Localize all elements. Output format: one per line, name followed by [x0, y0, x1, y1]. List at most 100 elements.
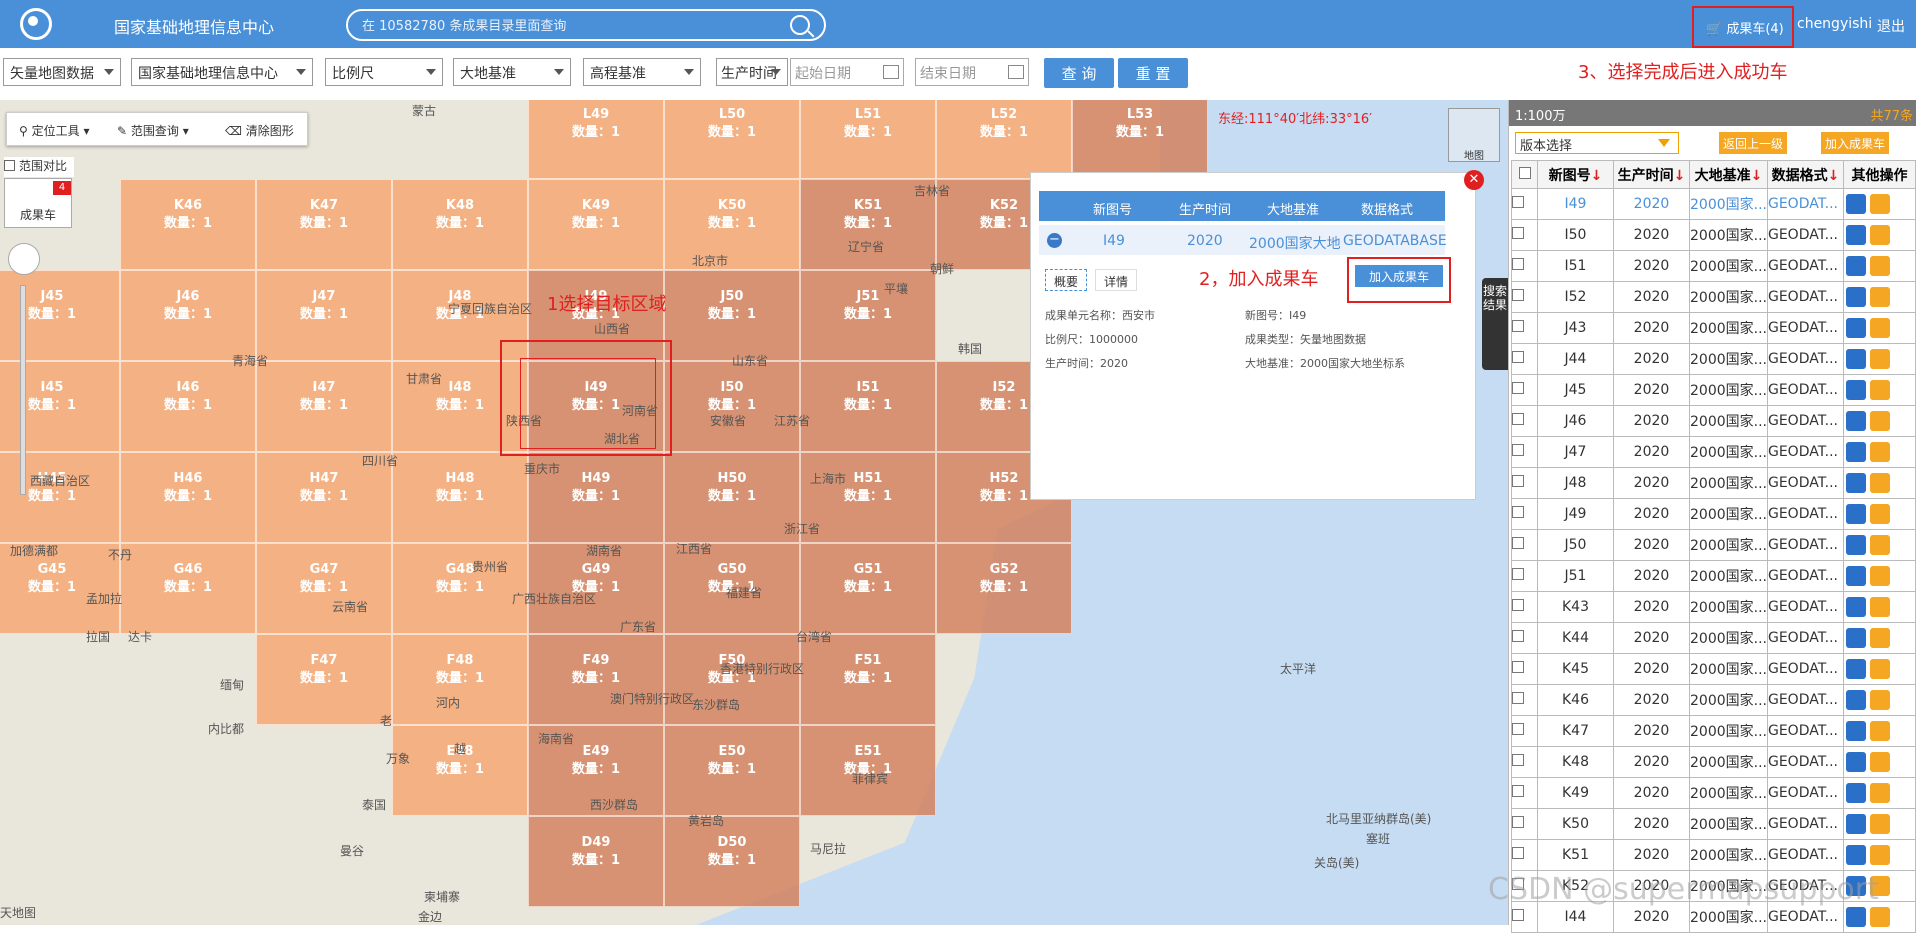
close-icon[interactable]: ✕ — [1464, 170, 1484, 190]
table-row[interactable]: J51 2020 2000国家... GEODAT... — [1511, 560, 1916, 592]
magnify-icon[interactable] — [1845, 783, 1866, 803]
row-checkbox-cell[interactable] — [1511, 808, 1538, 840]
map-tile-f47[interactable]: F47 数量：1 — [256, 634, 392, 725]
checkbox-icon[interactable] — [1512, 227, 1524, 239]
cart-add-icon[interactable] — [1869, 411, 1890, 431]
checkbox-icon[interactable] — [1512, 692, 1524, 704]
cart-add-icon[interactable] — [1869, 628, 1890, 648]
col-header-time[interactable]: 生产时间↓ — [1613, 160, 1690, 189]
checkbox-icon[interactable] — [1512, 475, 1524, 487]
row-checkbox-cell[interactable] — [1511, 343, 1538, 375]
map-tile-i50[interactable]: I50 数量：1 — [664, 361, 800, 452]
checkbox-icon[interactable] — [1512, 723, 1524, 735]
table-row[interactable]: K48 2020 2000国家... GEODAT... — [1511, 746, 1916, 778]
row-checkbox-cell[interactable] — [1511, 622, 1538, 654]
magnify-icon[interactable] — [1845, 411, 1866, 431]
calendar-icon[interactable] — [1008, 65, 1024, 79]
collapse-icon[interactable]: − — [1047, 233, 1062, 248]
checkbox-icon[interactable] — [1512, 599, 1524, 611]
table-row[interactable]: J45 2020 2000国家... GEODAT... — [1511, 374, 1916, 406]
cart-add-icon[interactable] — [1869, 225, 1890, 245]
row-checkbox-cell[interactable] — [1511, 312, 1538, 344]
clear-shapes-tool[interactable]: ⌫ 清除图形 — [225, 122, 294, 139]
map-tile-h46[interactable]: H46 数量：1 — [120, 452, 256, 543]
table-row[interactable]: J43 2020 2000国家... GEODAT... — [1511, 312, 1916, 344]
checkbox-icon[interactable] — [1512, 196, 1524, 208]
magnify-icon[interactable] — [1845, 721, 1866, 741]
row-checkbox-cell[interactable] — [1511, 591, 1538, 623]
start-date-input[interactable]: 起始日期 — [790, 58, 904, 86]
checkbox-icon[interactable] — [1512, 754, 1524, 766]
checkbox-icon[interactable] — [1512, 630, 1524, 642]
magnify-icon[interactable] — [1845, 566, 1866, 586]
cart-add-icon[interactable] — [1869, 256, 1890, 276]
table-row[interactable]: K46 2020 2000国家... GEODAT... — [1511, 684, 1916, 716]
row-checkbox-cell[interactable] — [1511, 653, 1538, 685]
magnify-icon[interactable] — [1845, 535, 1866, 555]
magnify-icon[interactable] — [1845, 752, 1866, 772]
map-tile-l53[interactable]: L53 数量：1 — [1072, 100, 1208, 179]
query-button[interactable]: 查 询 — [1044, 58, 1114, 88]
row-checkbox-cell[interactable] — [1511, 746, 1538, 778]
calendar-icon[interactable] — [883, 65, 899, 79]
popup-data-row[interactable]: − I49 2020 2000国家大地 GEODATABASE — [1039, 225, 1447, 255]
row-checkbox-cell[interactable] — [1511, 715, 1538, 747]
table-row[interactable]: I49 2020 2000国家... GEODAT... — [1511, 188, 1916, 220]
organization-select[interactable]: 国家基础地理信息中心 — [131, 58, 313, 86]
map-tile-i46[interactable]: I46 数量：1 — [120, 361, 256, 452]
magnify-icon[interactable] — [1845, 287, 1866, 307]
row-checkbox-cell[interactable] — [1511, 374, 1538, 406]
back-button[interactable]: 返回上一级 — [1719, 132, 1788, 154]
checkbox-icon[interactable] — [1512, 537, 1524, 549]
reset-button[interactable]: 重 置 — [1118, 58, 1188, 88]
site-title[interactable]: 国家基础地理信息中心 — [114, 14, 274, 38]
map-tile-k47[interactable]: K47 数量：1 — [256, 179, 392, 270]
sort-arrow-icon[interactable]: ↓ — [1591, 168, 1603, 184]
panel-add-to-cart-button[interactable]: 加入成果车 — [1821, 132, 1890, 154]
map-tile-k49[interactable]: K49 数量：1 — [528, 179, 664, 270]
col-header-datum[interactable]: 大地基准↓ — [1689, 160, 1768, 189]
cart-add-icon[interactable] — [1869, 380, 1890, 400]
datum-select[interactable]: 大地基准 — [453, 58, 571, 86]
row-checkbox-cell[interactable] — [1511, 777, 1538, 809]
data-type-select[interactable]: 矢量地图数据 — [3, 58, 121, 86]
cart-add-icon[interactable] — [1869, 504, 1890, 524]
map-tile-g52[interactable]: G52 数量：1 — [936, 543, 1072, 634]
map-tile-g51[interactable]: G51 数量：1 — [800, 543, 936, 634]
magnify-icon[interactable] — [1845, 442, 1866, 462]
pan-control[interactable] — [8, 243, 40, 275]
cart-add-icon[interactable] — [1869, 287, 1890, 307]
table-row[interactable]: J48 2020 2000国家... GEODAT... — [1511, 467, 1916, 499]
map-cart-button[interactable]: 4 成果车 — [4, 178, 72, 228]
row-checkbox-cell[interactable] — [1511, 188, 1538, 220]
map-tile-f49[interactable]: F49 数量：1 — [528, 634, 664, 725]
cart-add-icon[interactable] — [1869, 845, 1890, 865]
cart-add-icon[interactable] — [1869, 783, 1890, 803]
magnify-icon[interactable] — [1845, 194, 1866, 214]
map-tile-l50[interactable]: L50 数量：1 — [664, 100, 800, 179]
map-tile-d50[interactable]: D50 数量：1 — [664, 816, 800, 907]
checkbox-icon[interactable] — [1512, 289, 1524, 301]
table-row[interactable]: I51 2020 2000国家... GEODAT... — [1511, 250, 1916, 282]
cart-add-icon[interactable] — [1869, 752, 1890, 772]
cart-add-icon[interactable] — [1869, 473, 1890, 493]
checkbox-icon[interactable] — [1512, 816, 1524, 828]
cart-add-icon[interactable] — [1869, 690, 1890, 710]
row-checkbox-cell[interactable] — [1511, 839, 1538, 871]
magnify-icon[interactable] — [1845, 690, 1866, 710]
cart-add-icon[interactable] — [1869, 566, 1890, 586]
table-row[interactable]: I50 2020 2000国家... GEODAT... — [1511, 219, 1916, 251]
magnify-icon[interactable] — [1845, 256, 1866, 276]
map-tile-h51[interactable]: H51 数量：1 — [800, 452, 936, 543]
sort-arrow-icon[interactable]: ↓ — [1674, 168, 1686, 184]
table-row[interactable]: K45 2020 2000国家... GEODAT... — [1511, 653, 1916, 685]
checkbox-icon[interactable] — [1512, 444, 1524, 456]
table-row[interactable]: J47 2020 2000国家... GEODAT... — [1511, 436, 1916, 468]
cart-add-icon[interactable] — [1869, 597, 1890, 617]
magnify-icon[interactable] — [1845, 628, 1866, 648]
sort-arrow-icon[interactable]: ↓ — [1828, 168, 1840, 184]
map-tile-h45[interactable]: H45 数量：1 — [0, 452, 120, 543]
magnify-icon[interactable] — [1845, 318, 1866, 338]
checkbox-icon[interactable] — [1512, 568, 1524, 580]
checkbox-icon[interactable] — [1512, 785, 1524, 797]
